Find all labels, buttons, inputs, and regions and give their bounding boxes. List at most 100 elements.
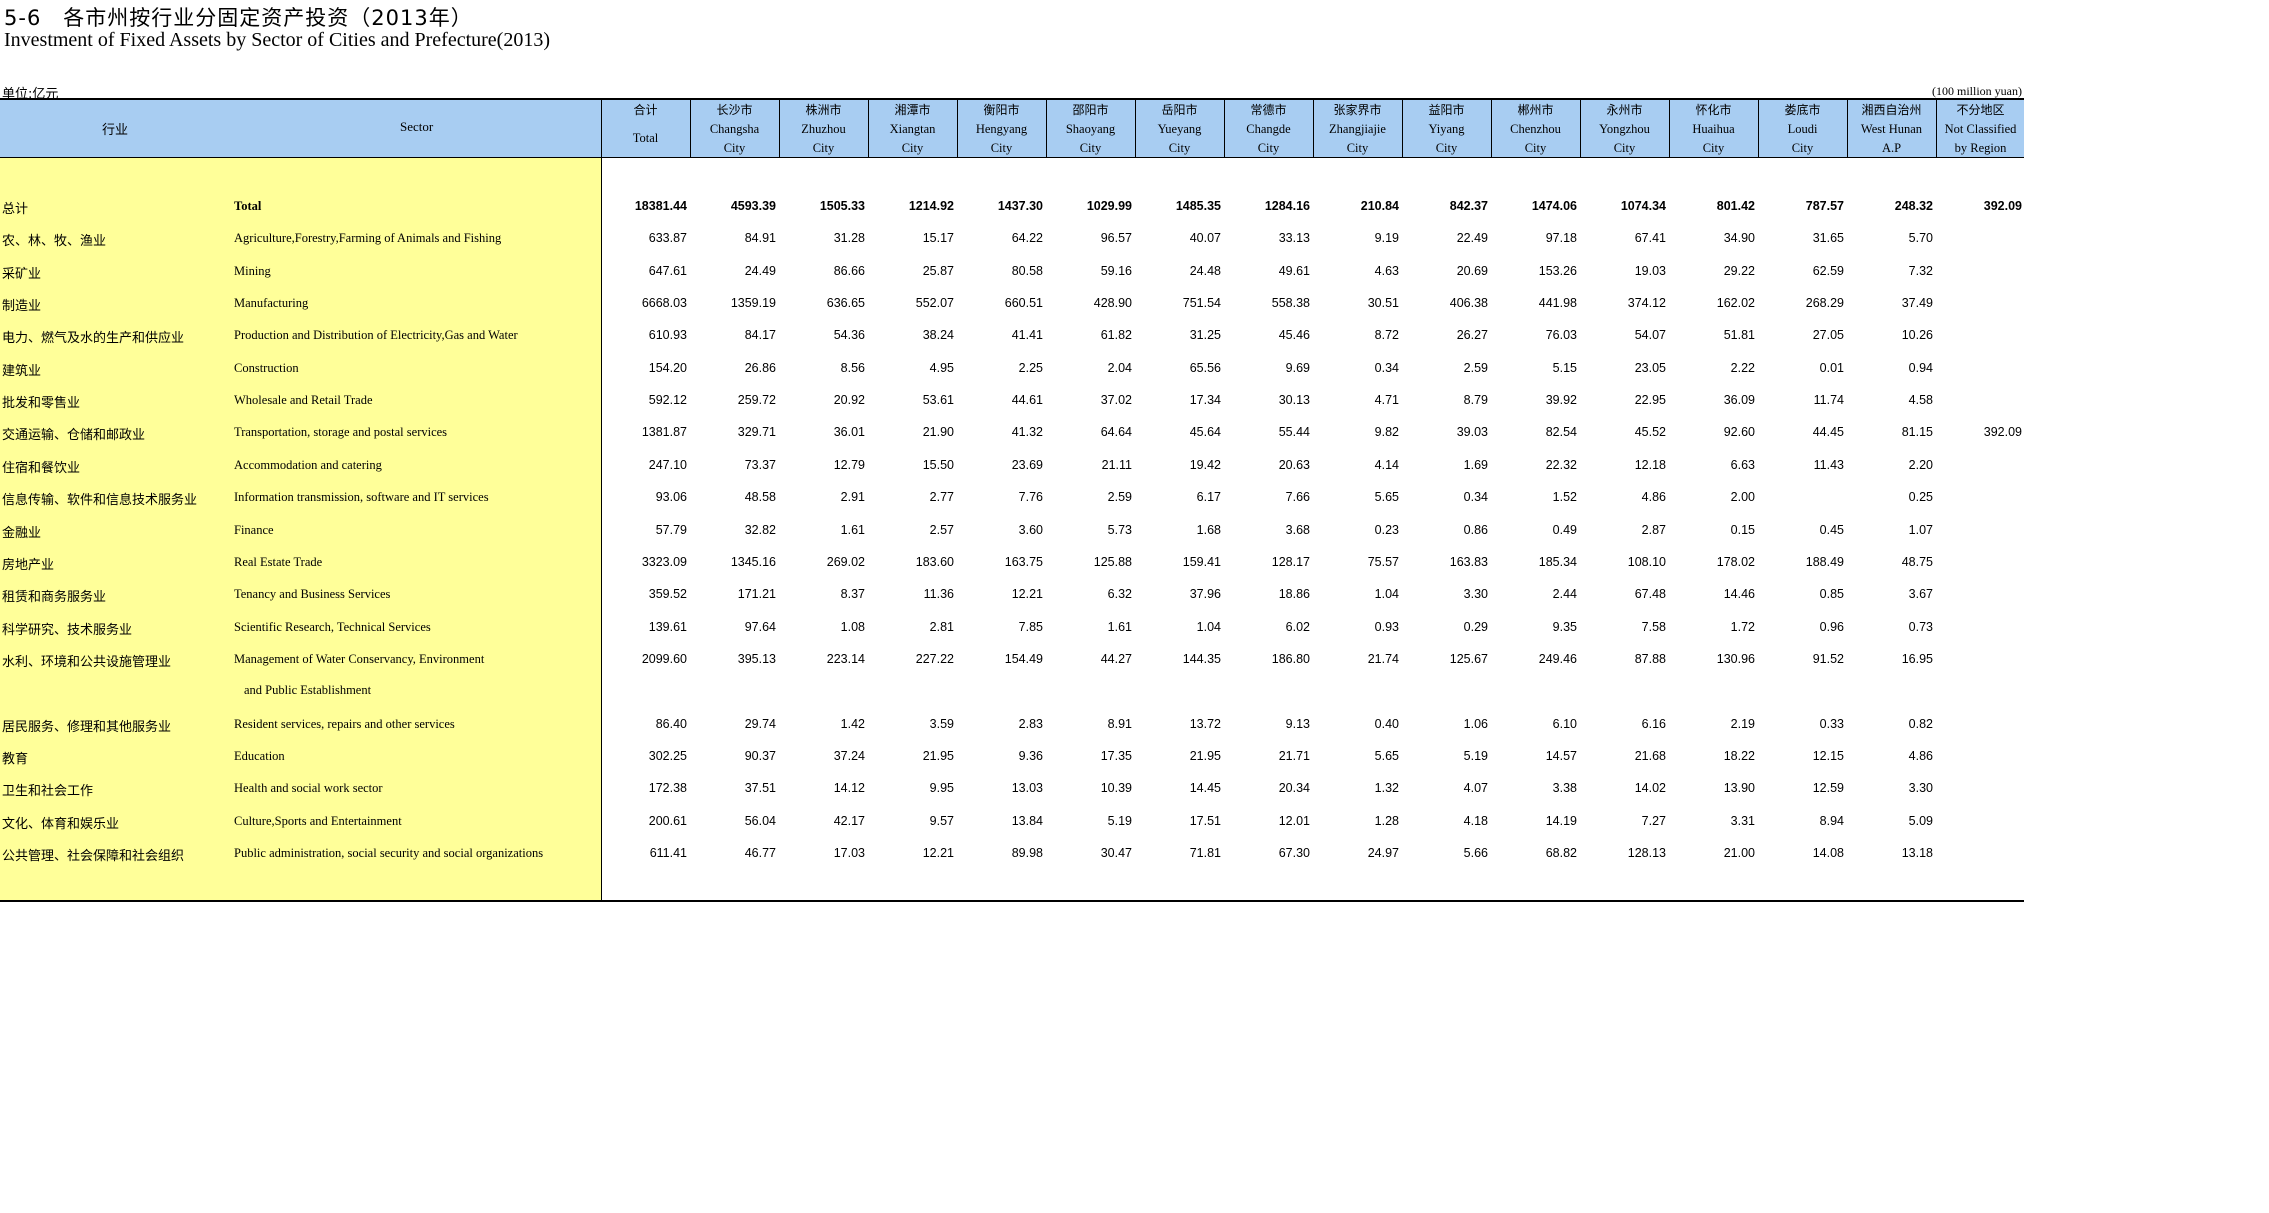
table-cell: 27.05 bbox=[1812, 328, 1844, 343]
sector-name-en: Resident services, repairs and other ser… bbox=[234, 716, 455, 731]
table-cell: 56.04 bbox=[744, 813, 776, 828]
table-cell: 90.37 bbox=[744, 748, 776, 763]
table-cell: 42.17 bbox=[833, 813, 865, 828]
table-cell: 12.79 bbox=[833, 457, 865, 472]
sector-name-en: Finance bbox=[234, 522, 274, 537]
column-header: 湘潭市 Xiangtan City bbox=[868, 101, 957, 157]
table-cell: 29.22 bbox=[1723, 263, 1755, 278]
sector-name-cn: 批发和零售业 bbox=[2, 396, 81, 412]
column-header-l1: 郴州市 bbox=[1517, 103, 1554, 117]
sector-name-cn: 住宿和餐饮业 bbox=[2, 460, 81, 476]
table-row: 批发和零售业 Wholesale and Retail Trade 592.12 25… bbox=[0, 385, 2024, 417]
table-cell: 1.69 bbox=[1463, 457, 1488, 472]
sector-name-en: Tenancy and Business Services bbox=[234, 587, 391, 602]
table-cell: 7.58 bbox=[1641, 619, 1666, 634]
table-row: 租赁和商务服务业 Tenancy and Business Services 359… bbox=[0, 579, 2024, 611]
table-cell: 1.04 bbox=[1374, 587, 1399, 602]
column-header-l3: City bbox=[723, 141, 746, 155]
table-cell: 183.60 bbox=[915, 554, 954, 569]
table-cell: 45.46 bbox=[1278, 328, 1310, 343]
table-cell: 49.61 bbox=[1278, 263, 1310, 278]
table-cell: 12.21 bbox=[1011, 587, 1043, 602]
table-cell: 186.80 bbox=[1271, 651, 1310, 666]
table-cell: 1.61 bbox=[840, 522, 865, 537]
table-cell: 8.72 bbox=[1374, 328, 1399, 343]
table-cell: 67.41 bbox=[1634, 231, 1666, 246]
table-cell: 4.07 bbox=[1463, 781, 1488, 796]
column-header: 张家界市 Zhangjiajie City bbox=[1313, 101, 1402, 157]
table-cell: 4.86 bbox=[1908, 748, 1933, 763]
table-cell: 12.18 bbox=[1634, 457, 1666, 472]
table-cell: 46.77 bbox=[744, 846, 776, 860]
table-cell: 61.82 bbox=[1100, 328, 1132, 343]
table-cell: 84.17 bbox=[744, 328, 776, 343]
table-row: 采矿业 Mining 647.61 24.49 86.66 25.87 80.58 59.16… bbox=[0, 256, 2024, 288]
table-cell: 185.34 bbox=[1538, 554, 1577, 569]
table-cell: 16.95 bbox=[1901, 651, 1933, 666]
table-cell: 171.21 bbox=[737, 587, 776, 602]
table-cell: 21.11 bbox=[1101, 457, 1132, 472]
sector-name-en: Management of Water Conservancy, Environ… bbox=[234, 651, 485, 666]
table-cell: 82.54 bbox=[1545, 425, 1577, 440]
sector-name-cn: 采矿业 bbox=[2, 266, 42, 282]
table-cell: 633.87 bbox=[648, 231, 687, 246]
column-header: 合计 Total bbox=[601, 101, 690, 157]
table-cell: 7.32 bbox=[1908, 263, 1933, 278]
table-cell: 22.32 bbox=[1545, 457, 1577, 472]
table-cell: 75.57 bbox=[1367, 554, 1399, 569]
sector-name-cn: 信息传输、软件和信息技术服务业 bbox=[2, 493, 198, 509]
column-header-l3: City bbox=[990, 141, 1013, 155]
sector-name-en: Culture,Sports and Entertainment bbox=[234, 813, 402, 828]
table-cell: 9.35 bbox=[1552, 619, 1577, 634]
table-cell: 9.13 bbox=[1285, 716, 1310, 731]
table-cell: 38.24 bbox=[922, 328, 954, 343]
table-cell: 1.42 bbox=[840, 716, 865, 731]
table-cell: 30.13 bbox=[1278, 393, 1310, 408]
table-cell: 227.22 bbox=[915, 651, 954, 666]
table-cell: 592.12 bbox=[648, 393, 687, 408]
table-cell: 14.46 bbox=[1723, 587, 1755, 602]
unit-label-en: (100 million yuan) bbox=[1932, 84, 2022, 98]
table-cell: 0.15 bbox=[1730, 522, 1755, 537]
table-cell: 32.82 bbox=[744, 522, 776, 537]
sector-name-cn: 总计 bbox=[2, 202, 29, 217]
table-cell: 125.67 bbox=[1449, 651, 1488, 666]
table-cell: 19.03 bbox=[1634, 263, 1666, 278]
table-cell: 2.22 bbox=[1730, 360, 1755, 375]
table-cell: 647.61 bbox=[648, 263, 687, 278]
table-cell: 18.86 bbox=[1278, 587, 1310, 602]
table-cell: 22.95 bbox=[1634, 393, 1666, 408]
table-cell: 128.13 bbox=[1627, 846, 1666, 860]
sector-name-cn: 教育 bbox=[2, 751, 29, 767]
table-cell: 33.13 bbox=[1278, 231, 1310, 246]
sector-name-cn: 公共管理、社会保障和社会组织 bbox=[2, 849, 185, 864]
column-header-l2: Yongzhou bbox=[1599, 122, 1650, 136]
sector-name-en: Information transmission, software and I… bbox=[234, 490, 489, 505]
column-header-l1: 张家界市 bbox=[1333, 103, 1382, 117]
table-cell: 4.14 bbox=[1374, 457, 1399, 472]
table-row: 科学研究、技术服务业 Scientific Research, Technical… bbox=[0, 612, 2024, 644]
table-cell: 80.58 bbox=[1011, 263, 1043, 278]
column-header-l1: 永州市 bbox=[1606, 103, 1643, 117]
table-cell: 12.21 bbox=[922, 846, 954, 860]
column-header-l2: Loudi bbox=[1787, 122, 1818, 136]
table-cell: 1074.34 bbox=[1620, 199, 1666, 213]
table-cell: 62.59 bbox=[1812, 263, 1844, 278]
column-header-l3: City bbox=[1702, 141, 1725, 155]
table-cell: 6.32 bbox=[1107, 587, 1132, 602]
sector-name-cn: 文化、体育和娱乐业 bbox=[2, 816, 120, 832]
table-cell: 144.35 bbox=[1182, 651, 1221, 666]
table-cell: 55.44 bbox=[1278, 425, 1310, 440]
table-cell: 125.88 bbox=[1093, 554, 1132, 569]
table-cell: 2.19 bbox=[1730, 716, 1755, 731]
sector-name-en: Scientific Research, Technical Services bbox=[234, 619, 431, 634]
table-cell: 39.92 bbox=[1545, 393, 1577, 408]
table-cell: 5.65 bbox=[1374, 490, 1399, 505]
table-row: 建筑业 Construction 154.20 26.86 8.56 4.95 2.25 2.… bbox=[0, 353, 2024, 385]
sector-name-cn: 农、林、牧、渔业 bbox=[2, 234, 107, 250]
column-header-l1: 湘潭市 bbox=[894, 103, 931, 117]
table-cell: 11.74 bbox=[1813, 393, 1844, 408]
table-cell: 5.65 bbox=[1374, 748, 1399, 763]
table-cell: 0.82 bbox=[1908, 716, 1933, 731]
table-cell: 21.71 bbox=[1278, 748, 1310, 763]
